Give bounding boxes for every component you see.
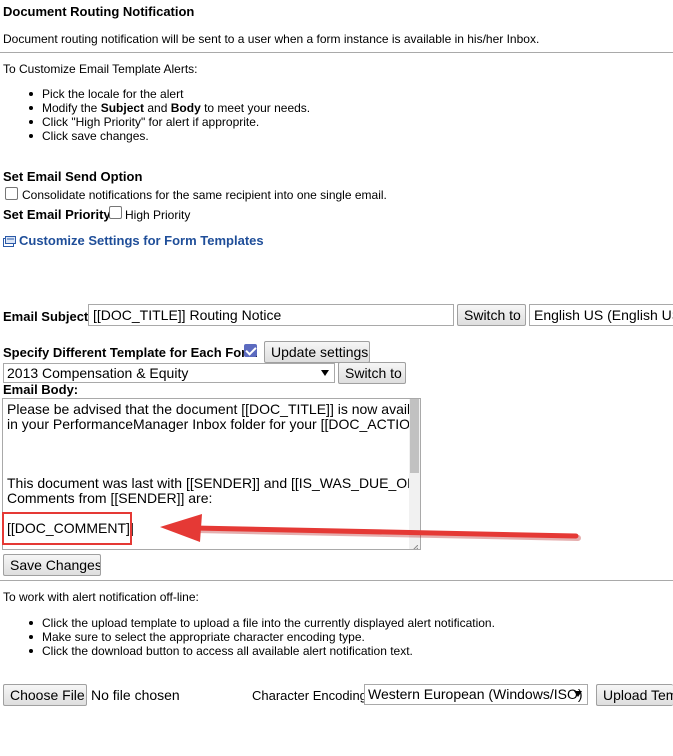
form-select[interactable]: 2013 Compensation & Equity [3,363,335,383]
update-settings-button[interactable]: Update settings [264,341,370,363]
list-item: Click save changes. [28,129,310,143]
email-body-label: Email Body: [3,382,79,397]
consolidate-label: Consolidate notifications for the same r… [22,188,387,202]
email-subject-label: Email Subject: [3,309,93,324]
step-text-bold: Body [170,101,201,115]
customize-intro: To Customize Email Template Alerts: [3,62,198,76]
high-priority-checkbox[interactable] [109,206,122,219]
offline-intro: To work with alert notification off-line… [3,590,199,604]
encoding-select-value: Western European (Windows/ISO) [368,686,583,702]
locale-select[interactable]: English US (English US) [529,304,673,326]
list-item: Modify the Subject and Body to meet your… [28,101,311,115]
body-line: Please be advised that the document [[DO… [7,401,421,417]
encoding-select[interactable]: Western European (Windows/ISO) [364,684,588,705]
template-per-form-checkbox[interactable] [244,344,257,357]
divider [0,52,673,53]
step-text: Modify the [42,101,101,115]
subject-switch-button[interactable]: Switch to [457,304,526,326]
arrow-left-icon [160,512,585,548]
annotation-highlight-box [2,512,132,545]
list-item: Pick the locale for the alert [28,87,310,101]
encoding-label: Character Encoding: [252,688,371,703]
upload-template-button[interactable]: Upload Template [596,684,673,706]
body-line: in your PerformanceManager Inbox folder … [7,416,421,432]
choose-file-button[interactable]: Choose File [3,684,87,706]
step-text: and [144,101,171,115]
priority-heading: Set Email Priority [3,207,111,222]
page-title: Document Routing Notification [3,4,195,19]
customize-form-templates-link[interactable]: Customize Settings for Form Templates [19,233,264,248]
body-line: Comments from [[SENDER]] are: [7,490,213,506]
step-text-bold: Subject [100,101,145,115]
template-per-form-label: Specify Different Template for Each Form [3,345,258,360]
list-item: Make sure to select the appropriate char… [29,630,495,644]
email-subject-input[interactable]: [[DOC_TITLE]] Routing Notice [88,304,454,326]
page-description: Document routing notification will be se… [3,32,540,46]
send-option-heading: Set Email Send Option [3,169,143,184]
chevron-down-icon [321,370,329,376]
template-settings-icon [3,234,16,247]
scrollbar-thumb[interactable] [410,399,419,473]
save-changes-button[interactable]: Save Changes [3,554,101,576]
form-switch-button[interactable]: Switch to [338,362,406,384]
step-text: to meet your needs. [200,101,311,115]
offline-steps: Click the upload template to upload a fi… [29,616,495,658]
body-line: This document was last with [[SENDER]] a… [7,475,421,491]
customize-steps: Pick the locale for the alert Modify the… [28,87,311,143]
divider [0,580,673,581]
file-status: No file chosen [91,687,180,703]
form-select-value: 2013 Compensation & Equity [7,365,189,381]
list-item: Click "High Priority" for alert if appro… [28,115,310,129]
consolidate-checkbox[interactable] [5,187,18,200]
list-item: Click the download button to access all … [29,644,495,658]
list-item: Click the upload template to upload a fi… [29,616,495,630]
chevron-down-icon [574,691,582,697]
high-priority-label: High Priority [125,208,191,222]
